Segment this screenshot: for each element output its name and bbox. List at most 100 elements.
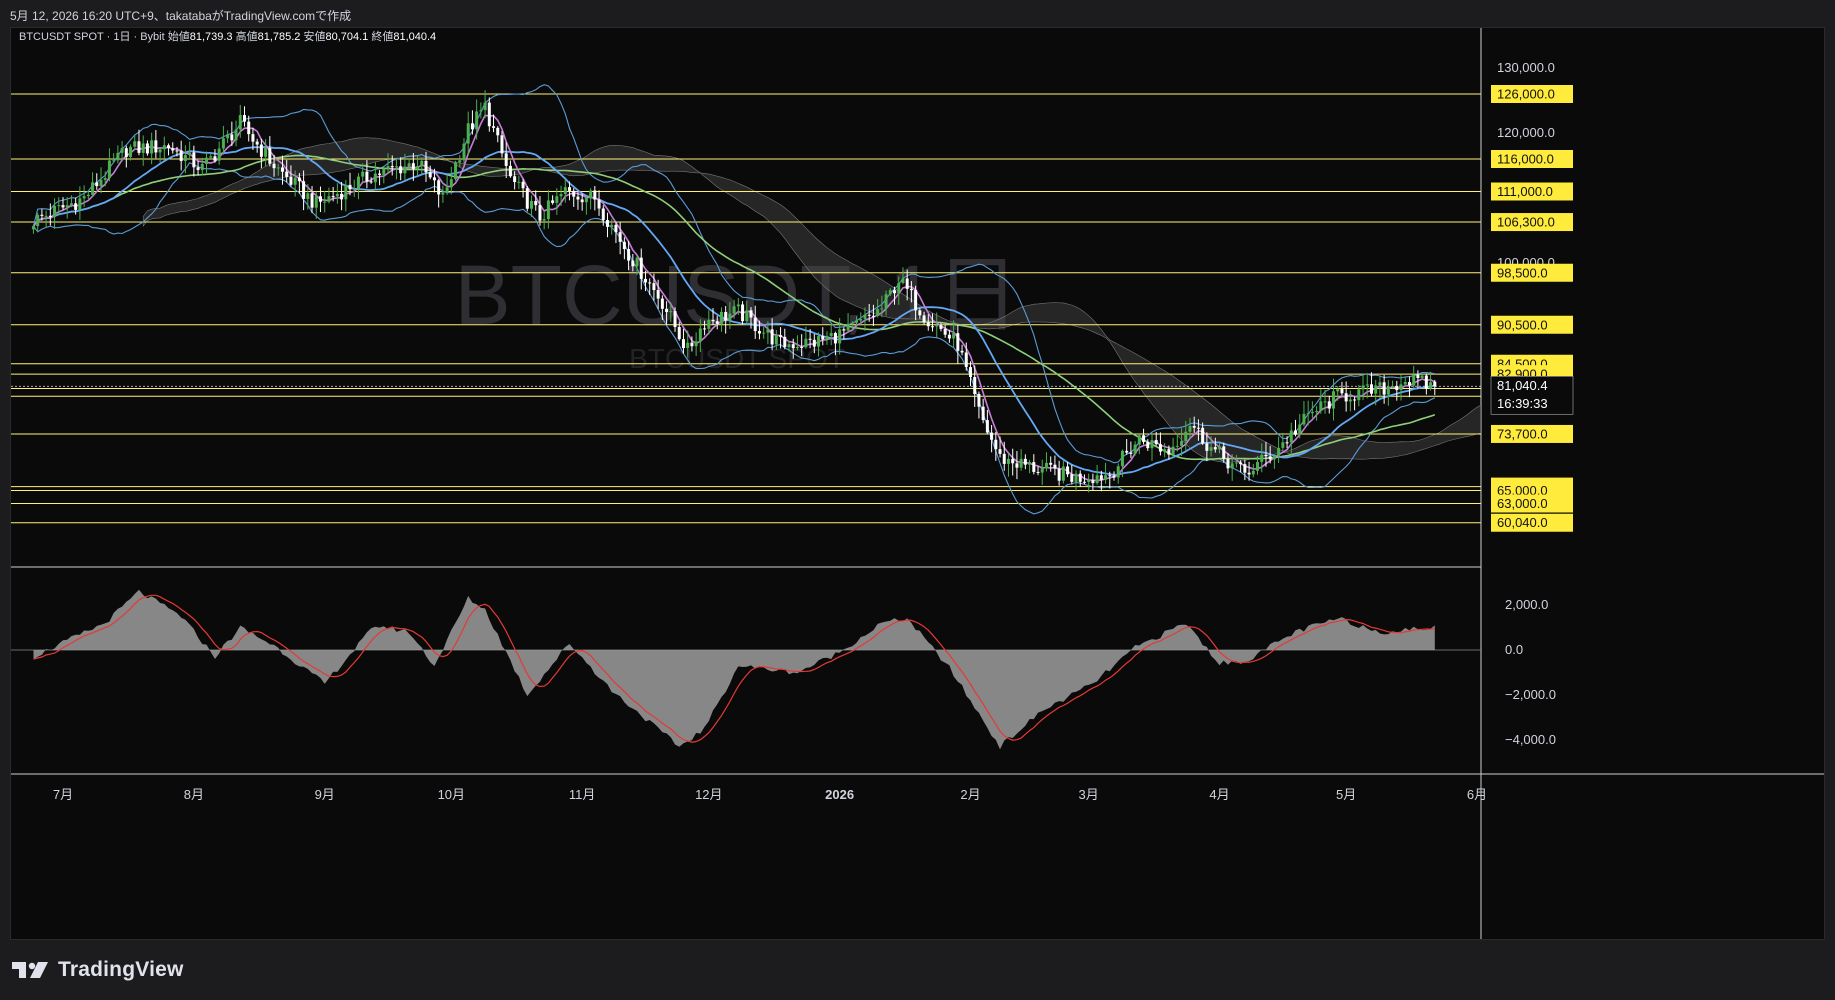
candle-body xyxy=(1298,424,1302,435)
candle-body xyxy=(192,152,196,168)
candle-body xyxy=(926,322,930,327)
candle-body xyxy=(530,200,534,209)
candle-body xyxy=(369,181,373,183)
candle-body xyxy=(1146,441,1150,449)
candle-body xyxy=(1277,447,1281,456)
candle-body xyxy=(652,283,656,291)
candle-body xyxy=(1247,472,1251,475)
candle-body xyxy=(323,201,327,203)
candle-body xyxy=(597,199,601,209)
candle-body xyxy=(867,314,871,316)
candle-body xyxy=(1344,393,1348,402)
candle-body xyxy=(1365,384,1369,386)
candle-body xyxy=(1294,430,1298,435)
candle-body xyxy=(48,215,52,218)
current-price-label: 81,040.4 xyxy=(1497,378,1548,393)
candle-body xyxy=(141,143,145,153)
candle-body xyxy=(855,320,859,323)
candle-body xyxy=(833,332,837,344)
candle-body xyxy=(901,278,905,283)
candle-body xyxy=(167,145,171,149)
candle-body xyxy=(593,190,597,200)
candle-body xyxy=(466,123,470,144)
candle-body xyxy=(1256,461,1260,471)
legend-close: 81,040.4 xyxy=(393,31,436,43)
candle-body xyxy=(909,288,913,291)
candle-body xyxy=(302,181,306,199)
candle-body xyxy=(922,315,926,323)
candle-body xyxy=(1361,385,1365,390)
candle-body xyxy=(462,143,466,161)
candle-body xyxy=(1112,475,1116,478)
candle-body xyxy=(171,148,175,151)
candle-body xyxy=(681,339,685,349)
candle-body xyxy=(373,173,377,183)
candle-body xyxy=(1213,447,1217,450)
candle-body xyxy=(893,290,897,294)
candle-body xyxy=(226,134,230,139)
level-label-5: 90,500.0 xyxy=(1497,317,1548,332)
time-axis-label-0: 7月 xyxy=(53,787,73,802)
candle-body xyxy=(1196,427,1200,429)
candle-body xyxy=(817,336,821,347)
candle-body xyxy=(36,214,40,227)
candle-body xyxy=(800,346,804,348)
macd-axis-label-1: 0.0 xyxy=(1505,642,1523,657)
candle-body xyxy=(1184,431,1188,442)
candle-body xyxy=(1133,444,1137,454)
candle-body xyxy=(399,166,403,174)
time-axis-label-4: 11月 xyxy=(569,787,596,802)
candle-body xyxy=(1374,385,1378,394)
candle-body xyxy=(669,311,673,313)
candle-body xyxy=(340,193,344,200)
price-chart[interactable]: BTCUSDT, 1日BTCUSDT SPOT BTCUSDT SPOT · 1日… xyxy=(11,28,1824,939)
candle-body xyxy=(61,205,65,208)
candle-body xyxy=(356,176,360,189)
candle-body xyxy=(411,163,415,169)
candle-body xyxy=(1099,475,1103,480)
candle-body xyxy=(403,166,407,174)
candle-body xyxy=(736,304,740,307)
candle-body xyxy=(812,339,816,347)
legend-low-label: 安値 xyxy=(303,29,325,43)
candle-body xyxy=(741,304,745,322)
candle-body xyxy=(276,167,280,169)
candle-body xyxy=(293,177,297,185)
candle-body xyxy=(280,167,284,172)
candle-body xyxy=(711,319,715,322)
candle-body xyxy=(914,290,918,311)
candle-body xyxy=(1002,453,1006,464)
tradingview-logo[interactable]: TradingView xyxy=(12,958,184,982)
time-axis-label-9: 4月 xyxy=(1209,787,1229,802)
candle-body xyxy=(1070,474,1074,482)
candle-body xyxy=(424,160,428,173)
candle-body xyxy=(331,196,335,198)
chart-frame[interactable]: BTCUSDT, 1日 BTCUSDT SPOT BTCUSDT SPOT · 1日… xyxy=(10,27,1825,940)
candle-body xyxy=(1104,475,1108,480)
candle-body xyxy=(437,180,441,195)
legend-low: 80,704.1 xyxy=(325,31,371,43)
candle-body xyxy=(1323,401,1327,403)
candle-body xyxy=(1412,374,1416,386)
candle-body xyxy=(563,187,567,195)
candle-body xyxy=(880,308,884,310)
candle-body xyxy=(635,257,639,267)
candle-body xyxy=(584,198,588,203)
candle-body xyxy=(234,129,238,141)
candle-body xyxy=(264,148,268,157)
candle-body xyxy=(1302,413,1306,425)
candle-body xyxy=(1391,386,1395,388)
candle-body xyxy=(314,196,318,208)
candle-body xyxy=(546,200,550,220)
candle-body xyxy=(1226,458,1230,469)
candle-body xyxy=(1319,401,1323,411)
candle-body xyxy=(745,310,749,322)
candle-body xyxy=(40,214,44,216)
candle-body xyxy=(605,220,609,227)
candle-body xyxy=(103,178,107,180)
candle-body xyxy=(1353,399,1357,401)
candle-body xyxy=(1125,450,1129,453)
candle-body xyxy=(770,329,774,345)
candle-body xyxy=(1420,375,1424,378)
candle-body xyxy=(732,306,736,314)
